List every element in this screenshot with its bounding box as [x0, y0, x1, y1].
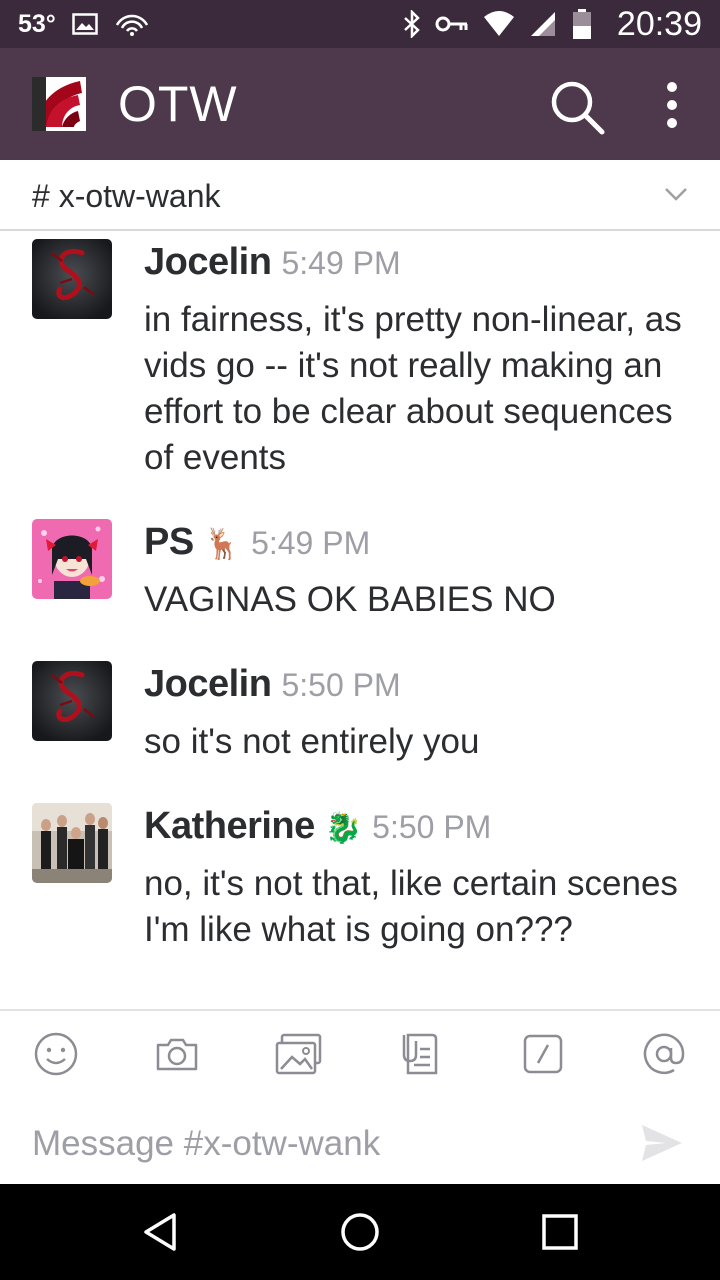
- message-author[interactable]: Jocelin: [144, 663, 272, 706]
- channel-header[interactable]: # x-otw-wank: [0, 160, 720, 231]
- file-icon[interactable]: [398, 1031, 444, 1077]
- avatar-ps[interactable]: [32, 519, 112, 599]
- message-time: 5:49 PM: [281, 245, 401, 281]
- message-list[interactable]: Jocelin 5:49 PM in fairness, it's pretty…: [0, 233, 720, 1009]
- app-bar: OTW: [0, 48, 720, 160]
- message-time: 5:50 PM: [281, 667, 401, 703]
- more-options-icon[interactable]: [660, 80, 684, 130]
- hotspot-icon: [114, 11, 150, 37]
- wifi-icon: [483, 11, 515, 37]
- home-icon[interactable]: [338, 1210, 382, 1254]
- message-header: Katherine 🐉 5:50 PM: [144, 805, 491, 848]
- message-time: 5:49 PM: [251, 525, 371, 561]
- avatar-katherine[interactable]: [32, 803, 112, 883]
- app-title: OTW: [118, 76, 238, 132]
- message-header: PS 🦌 5:49 PM: [144, 521, 370, 564]
- status-bar-left: 53°: [18, 0, 150, 48]
- clock: 20:39: [616, 4, 702, 43]
- chevron-down-icon[interactable]: [664, 186, 688, 202]
- message-author[interactable]: Jocelin: [144, 241, 272, 284]
- search-icon[interactable]: [548, 78, 606, 136]
- temperature-label: 53°: [18, 9, 56, 38]
- deer-status-icon: 🦌: [203, 528, 242, 561]
- navigation-bar: [0, 1184, 720, 1280]
- message-header: Jocelin 5:50 PM: [144, 663, 401, 706]
- back-icon[interactable]: [140, 1210, 184, 1254]
- send-icon[interactable]: [640, 1123, 684, 1163]
- signal-icon: [529, 10, 557, 38]
- avatar-jocelin[interactable]: [32, 661, 112, 741]
- message-text: no, it's not that, like certain scenes I…: [144, 864, 678, 949]
- message-item[interactable]: Jocelin 5:49 PM in fairness, it's pretty…: [0, 239, 720, 489]
- message-header: Jocelin 5:49 PM: [144, 241, 401, 284]
- battery-icon: [571, 8, 593, 40]
- message-time: 5:50 PM: [372, 809, 492, 845]
- mention-icon[interactable]: [641, 1031, 687, 1077]
- message-text: so it's not entirely you: [144, 722, 480, 761]
- dragon-status-icon: 🐉: [324, 812, 363, 845]
- bluetooth-icon: [403, 10, 421, 38]
- status-bar-right: 20:39: [403, 0, 702, 48]
- message-input[interactable]: [32, 1119, 592, 1169]
- message-item[interactable]: Katherine 🐉 5:50 PM no, it's not that, l…: [0, 803, 720, 1003]
- message-item[interactable]: PS 🦌 5:49 PM VAGINAS OK BABIES NO: [0, 519, 720, 619]
- message-item[interactable]: Jocelin 5:50 PM so it's not entirely you: [0, 661, 720, 761]
- team-logo-icon[interactable]: [32, 77, 86, 131]
- smiley-icon[interactable]: [33, 1031, 79, 1077]
- message-text: VAGINAS OK BABIES NO: [144, 580, 556, 619]
- message-composer: [0, 1009, 720, 1184]
- channel-name: # x-otw-wank: [32, 178, 221, 214]
- image-notification-icon: [72, 13, 98, 35]
- avatar-jocelin[interactable]: [32, 239, 112, 319]
- message-text: in fairness, it's pretty non-linear, as …: [144, 300, 682, 477]
- camera-icon[interactable]: [154, 1031, 200, 1077]
- message-author[interactable]: Katherine: [144, 805, 315, 848]
- slash-command-icon[interactable]: [520, 1031, 566, 1077]
- recent-apps-icon[interactable]: [538, 1210, 582, 1254]
- message-author[interactable]: PS: [144, 521, 194, 564]
- status-bar: 53° 20:39: [0, 0, 720, 48]
- vpn-key-icon: [435, 14, 469, 34]
- gallery-icon[interactable]: [274, 1031, 324, 1077]
